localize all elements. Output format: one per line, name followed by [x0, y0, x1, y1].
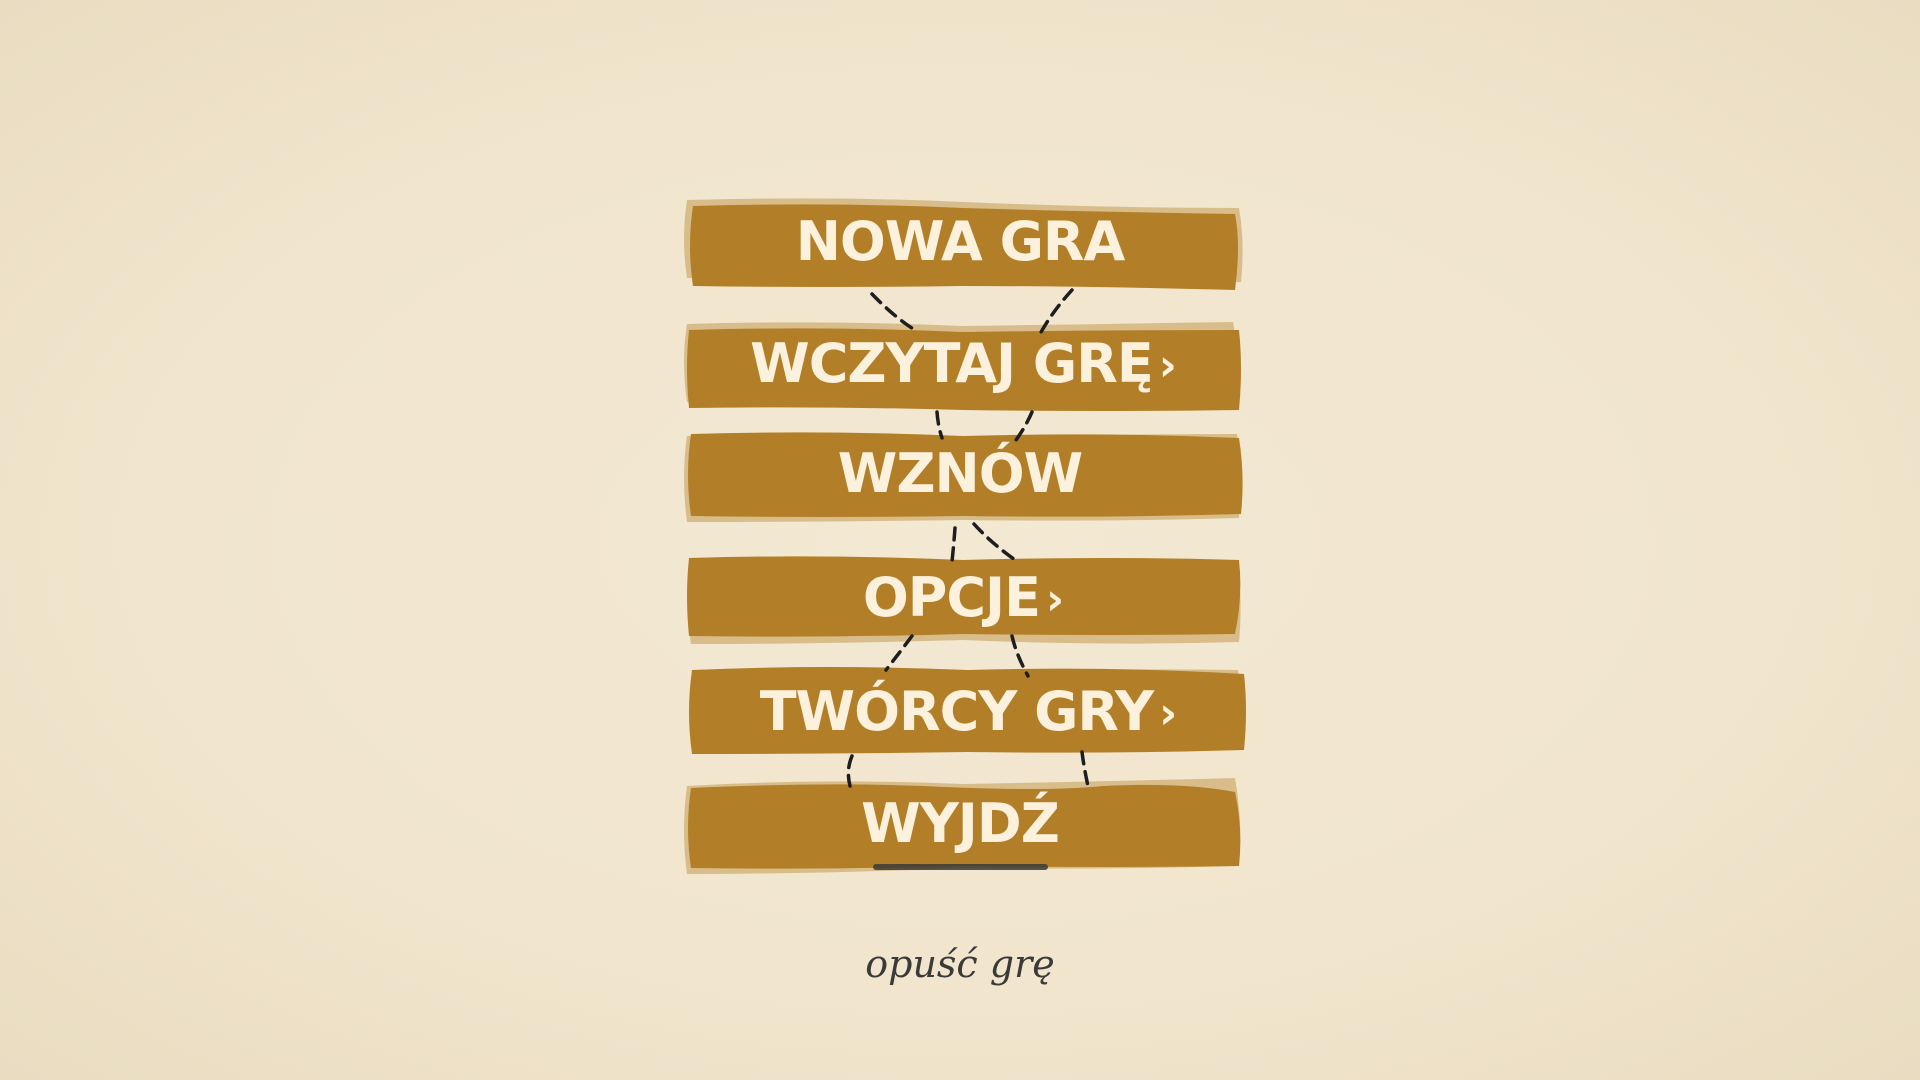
menu-item-label: WCZYTAJ GRĘ › [750, 332, 1177, 395]
menu-item-credits[interactable]: TWÓRCY GRY › [688, 667, 1248, 754]
menu-item-resume[interactable]: WZNÓW [683, 432, 1243, 522]
menu-item-label: NOWA GRA [795, 210, 1126, 273]
menu-item-label: OPCJE › [862, 566, 1064, 629]
menu-item-options[interactable]: OPCJE › [683, 556, 1243, 644]
menu-item-load-game[interactable]: WCZYTAJ GRĘ › [683, 322, 1243, 411]
quit-game-link[interactable]: opuść grę [0, 942, 1920, 986]
menu-item-new-game[interactable]: NOWA GRA [683, 198, 1243, 290]
menu-item-label: TWÓRCY GRY › [759, 680, 1178, 743]
menu-item-label: WZNÓW [837, 442, 1083, 505]
dashed-rope-decoration [846, 288, 1090, 788]
selected-item-underline [873, 864, 1048, 870]
menu-item-label: WYJDŹ [861, 792, 1060, 855]
main-menu: NOWA GRA WCZYTAJ GRĘ › WZNÓW OPCJE › TWÓRC… [0, 0, 1920, 1080]
menu-item-exit[interactable]: WYJDŹ [683, 778, 1243, 874]
